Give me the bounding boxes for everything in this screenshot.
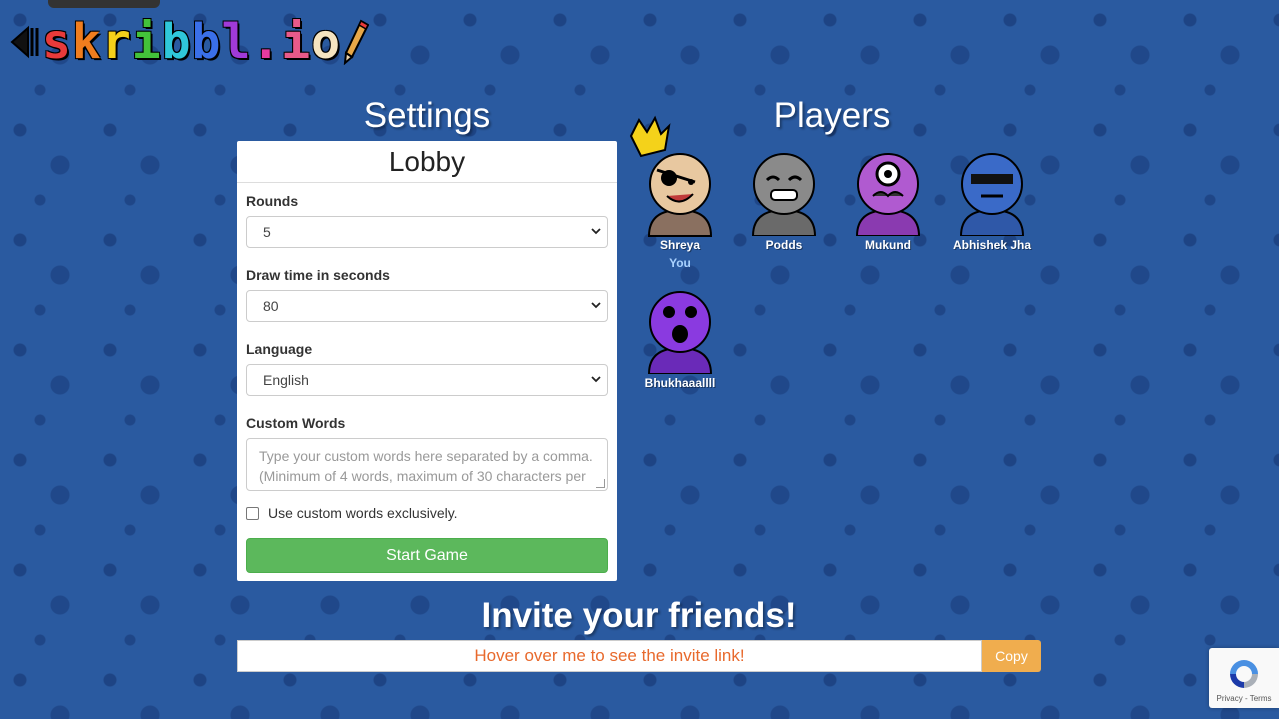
pencil-icon — [343, 19, 370, 65]
player-name: Shreya — [659, 238, 701, 252]
recaptcha-badge[interactable]: Privacy - Terms — [1209, 648, 1279, 708]
logo-letter: k — [71, 14, 102, 70]
logo-text: skribbl.io — [42, 18, 341, 66]
avatar — [629, 115, 713, 237]
resize-grip-icon[interactable] — [596, 479, 605, 488]
link-separator: - — [1242, 694, 1250, 703]
rounds-value: 5 — [263, 224, 271, 240]
chevron-down-icon — [591, 302, 601, 309]
player-name: Mukund — [865, 238, 911, 252]
player-card[interactable]: Bhukhaaallll — [628, 284, 732, 390]
rounds-label: Rounds — [246, 193, 299, 209]
lobby-settings-panel: Lobby Rounds 5 Draw time in seconds 80 L… — [237, 141, 617, 581]
invite-heading: Invite your friends! — [481, 596, 797, 635]
player-name: Bhukhaaallll — [644, 376, 716, 390]
player-card[interactable]: Mukund — [836, 146, 940, 252]
logo-letter: s — [42, 14, 72, 70]
avatar — [647, 291, 713, 374]
avatar — [855, 153, 921, 236]
language-value: English — [263, 372, 309, 388]
exclusive-label: Use custom words exclusively. — [268, 505, 458, 521]
logo-letter: i — [281, 14, 312, 70]
avatar — [751, 153, 817, 236]
chevron-down-icon — [591, 228, 601, 235]
exclusive-row: Use custom words exclusively. — [246, 505, 458, 521]
privacy-link[interactable]: Privacy — [1217, 694, 1243, 703]
start-game-button[interactable]: Start Game — [246, 538, 608, 573]
logo-letter: r — [101, 14, 132, 70]
custom-words-label: Custom Words — [246, 415, 346, 431]
copy-button[interactable]: Copy — [982, 640, 1041, 672]
language-label: Language — [246, 341, 313, 357]
chevron-down-icon — [591, 376, 601, 383]
language-field: Language English — [246, 341, 608, 396]
logo: skribbl.io — [10, 12, 370, 72]
player-card[interactable]: Shreya You — [628, 115, 732, 270]
players-heading: Players — [773, 96, 891, 135]
logo-letter: . — [251, 14, 282, 70]
terms-link[interactable]: Terms — [1250, 694, 1272, 703]
custom-words-field: Custom Words Type your custom words here… — [246, 415, 608, 491]
custom-words-textarea[interactable]: Type your custom words here separated by… — [246, 438, 608, 491]
recaptcha-links: Privacy - Terms — [1209, 694, 1279, 703]
player-card[interactable]: Podds — [732, 146, 836, 252]
exclusive-checkbox[interactable] — [246, 506, 259, 520]
player-card[interactable]: Abhishek Jha — [940, 146, 1044, 252]
speaker-icon[interactable] — [10, 22, 40, 62]
draw-time-label: Draw time in seconds — [246, 267, 390, 283]
player-name: Abhishek Jha — [952, 238, 1032, 252]
logo-letter: l — [221, 14, 252, 70]
you-label: You — [669, 256, 691, 270]
logo-letter: o — [311, 14, 342, 70]
rounds-field: Rounds 5 — [246, 193, 608, 248]
invite-link-field[interactable]: Hover over me to see the invite link! — [237, 640, 982, 672]
logo-letter: b — [191, 14, 222, 70]
logo-letter: i — [131, 14, 162, 70]
avatar — [959, 153, 1025, 236]
window-notch — [48, 0, 160, 8]
settings-heading: Settings — [363, 96, 491, 135]
recaptcha-icon — [1230, 660, 1258, 688]
draw-time-value: 80 — [263, 298, 279, 314]
language-select[interactable]: English — [246, 364, 608, 396]
custom-words-placeholder: Type your custom words here separated by… — [259, 448, 593, 490]
player-name: Podds — [765, 238, 803, 252]
draw-time-field: Draw time in seconds 80 — [246, 267, 608, 322]
draw-time-select[interactable]: 80 — [246, 290, 608, 322]
rounds-select[interactable]: 5 — [246, 216, 608, 248]
logo-letter: b — [161, 14, 192, 70]
panel-title: Lobby — [237, 141, 617, 183]
